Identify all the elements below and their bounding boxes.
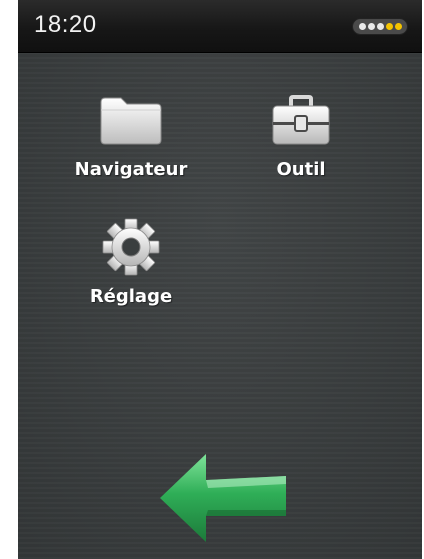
app-label: Navigateur — [74, 159, 188, 180]
back-button[interactable] — [156, 450, 288, 542]
back-arrow-icon — [160, 454, 286, 542]
status-bar: 18:20 — [18, 0, 422, 53]
app-outil[interactable]: Outil — [226, 90, 376, 180]
clock-time: 18:20 — [34, 11, 97, 38]
signal-strength-indicator — [352, 18, 408, 35]
signal-dot — [394, 23, 402, 30]
folder-icon — [99, 90, 163, 150]
toolbox-icon — [269, 90, 333, 150]
app-label: Réglage — [89, 286, 173, 307]
signal-dot — [376, 23, 384, 30]
gear-icon — [99, 217, 163, 277]
app-label: Outil — [276, 159, 326, 180]
app-reglage[interactable]: Réglage — [56, 217, 206, 307]
signal-dot — [367, 23, 375, 30]
app-navigateur[interactable]: Navigateur — [56, 90, 206, 180]
signal-dot — [385, 23, 393, 30]
device-screen: 18:20 Navigateur Outil Réglage — [18, 0, 422, 559]
signal-dot — [358, 23, 366, 30]
